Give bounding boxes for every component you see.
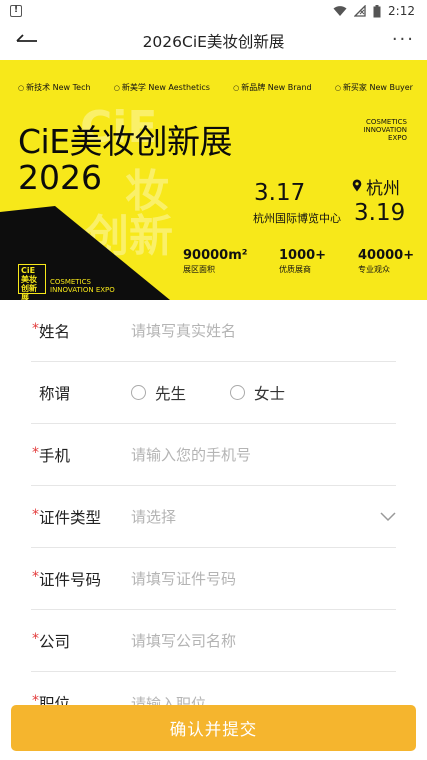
expo-line: INNOVATION bbox=[363, 126, 407, 134]
id-type-row[interactable]: * 证件类型 请选择 bbox=[31, 486, 396, 548]
page-title: 2026CiE美妆创新展 bbox=[142, 33, 285, 51]
stat-exhibitors: 1000+ 优质展商 bbox=[279, 248, 326, 275]
registration-form: * 姓名 请填写真实姓名 称谓 先生 女士 * 手机 请输入您的手机号 * 证件… bbox=[0, 300, 427, 734]
radio-circle-icon bbox=[230, 385, 245, 400]
required-mark: * bbox=[32, 445, 39, 461]
stat-value: 90000m² bbox=[183, 248, 248, 263]
banner-tag: 新技术 New Tech bbox=[18, 82, 90, 93]
stat-area: 90000m² 展区面积 bbox=[183, 248, 247, 275]
submit-button[interactable]: 确认并提交 bbox=[11, 705, 416, 751]
location-pin-icon bbox=[352, 179, 362, 195]
radio-mr-label: 先生 bbox=[155, 384, 187, 403]
id-number-row: * 证件号码 请填写证件号码 bbox=[31, 548, 396, 610]
event-venue: 杭州国际博览中心 bbox=[253, 212, 341, 225]
warning-icon: ! bbox=[10, 5, 22, 17]
event-banner: CiE 妆 创新 新技术 New Tech 新美学 New Aesthetics… bbox=[0, 60, 427, 300]
required-mark: * bbox=[32, 321, 39, 337]
logo-caption-line: INNOVATION EXPO bbox=[50, 286, 115, 294]
chevron-down-icon[interactable] bbox=[380, 509, 396, 523]
id-type-label: 证件类型 bbox=[39, 508, 102, 527]
logo-line: CiE bbox=[21, 266, 36, 275]
title-bar: 2026CiE美妆创新展 ··· bbox=[0, 22, 427, 60]
date-start: 3.17 bbox=[254, 180, 306, 206]
id-number-input[interactable]: 请填写证件号码 bbox=[131, 568, 236, 589]
company-row: * 公司 请填写公司名称 bbox=[31, 610, 396, 672]
banner-title: CiE美妆创新展 bbox=[18, 122, 233, 161]
required-mark: * bbox=[32, 631, 39, 647]
radio-ms-label: 女士 bbox=[254, 384, 286, 403]
stat-visitors: 40000+ 专业观众 bbox=[358, 248, 414, 275]
banner-tag: 新买家 New Buyer bbox=[335, 82, 413, 93]
banner-tag: 新品牌 New Brand bbox=[233, 82, 311, 93]
banner-expo-english: COSMETICS INNOVATION EXPO bbox=[363, 118, 407, 142]
banner-year: 2026 bbox=[18, 158, 102, 197]
name-input[interactable]: 请填写真实姓名 bbox=[131, 320, 236, 341]
more-options-icon[interactable]: ··· bbox=[392, 31, 415, 49]
wifi-icon bbox=[333, 6, 347, 16]
logo-caption: COSMETICS INNOVATION EXPO bbox=[50, 278, 115, 294]
battery-icon bbox=[373, 4, 381, 17]
banner-tag: 新美学 New Aesthetics bbox=[114, 82, 210, 93]
salutation-label: 称谓 bbox=[39, 384, 71, 403]
back-arrow-icon[interactable] bbox=[14, 30, 40, 52]
event-city: 杭州 bbox=[366, 179, 400, 199]
company-input[interactable]: 请填写公司名称 bbox=[131, 630, 236, 651]
expo-line: COSMETICS bbox=[366, 118, 407, 126]
salutation-row: 称谓 先生 女士 bbox=[31, 362, 396, 424]
logo-line: 美妆 bbox=[21, 275, 37, 284]
stat-value: 1000+ bbox=[279, 248, 327, 263]
stat-label: 展区面积 bbox=[183, 265, 215, 274]
required-mark: * bbox=[32, 507, 39, 523]
cie-logo: CiE 美妆 创新展 bbox=[18, 264, 46, 300]
banner-tags: 新技术 New Tech 新美学 New Aesthetics 新品牌 New … bbox=[18, 82, 413, 93]
required-mark: * bbox=[32, 569, 39, 585]
radio-circle-icon bbox=[131, 385, 146, 400]
id-type-select[interactable]: 请选择 bbox=[131, 506, 176, 527]
phone-label: 手机 bbox=[39, 446, 71, 465]
radio-ms[interactable]: 女士 bbox=[230, 382, 285, 404]
phone-input[interactable]: 请输入您的手机号 bbox=[131, 444, 251, 465]
name-row: * 姓名 请填写真实姓名 bbox=[31, 300, 396, 362]
company-label: 公司 bbox=[39, 632, 71, 651]
stat-value: 40000+ bbox=[358, 248, 415, 263]
stat-label: 优质展商 bbox=[279, 265, 311, 274]
date-end: 3.19 bbox=[354, 200, 406, 226]
logo-line: 创新展 bbox=[21, 284, 37, 300]
name-label: 姓名 bbox=[39, 322, 71, 341]
signal-off-icon bbox=[354, 5, 366, 17]
status-time: 2:12 bbox=[388, 4, 415, 18]
status-bar: ! 2:12 bbox=[0, 0, 427, 22]
stat-label: 专业观众 bbox=[358, 265, 390, 274]
radio-mr[interactable]: 先生 bbox=[131, 382, 186, 404]
id-number-label: 证件号码 bbox=[39, 570, 102, 589]
logo-caption-line: COSMETICS bbox=[50, 278, 91, 286]
expo-line: EXPO bbox=[388, 134, 407, 142]
phone-row: * 手机 请输入您的手机号 bbox=[31, 424, 396, 486]
